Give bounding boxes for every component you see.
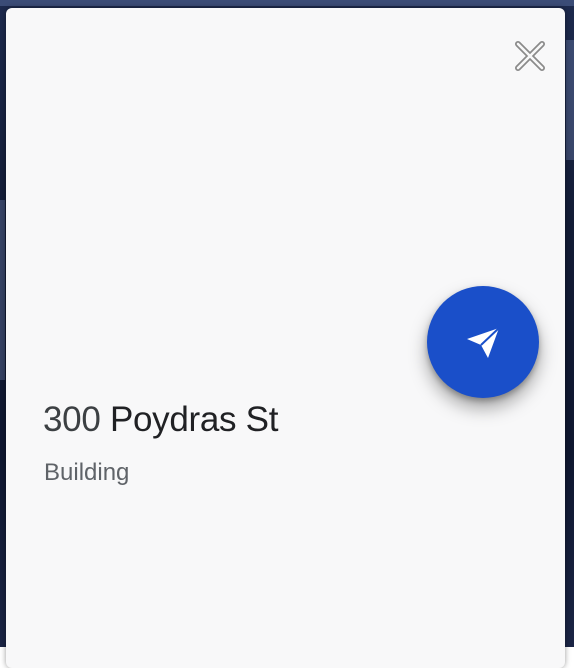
background-edge-left xyxy=(0,200,5,380)
place-street: Poydras St xyxy=(109,400,279,439)
background-edge-top xyxy=(0,0,574,6)
send-icon xyxy=(467,327,500,358)
send-location-button[interactable] xyxy=(427,286,539,398)
close-button[interactable] xyxy=(512,38,548,74)
background-edge-right xyxy=(566,40,574,160)
place-number: 300 xyxy=(43,400,101,439)
close-icon xyxy=(515,41,545,71)
place-title: 300 Poydras St xyxy=(43,400,278,440)
place-type: Building xyxy=(44,459,130,486)
place-info-card: 300 Poydras St Building xyxy=(6,8,565,668)
